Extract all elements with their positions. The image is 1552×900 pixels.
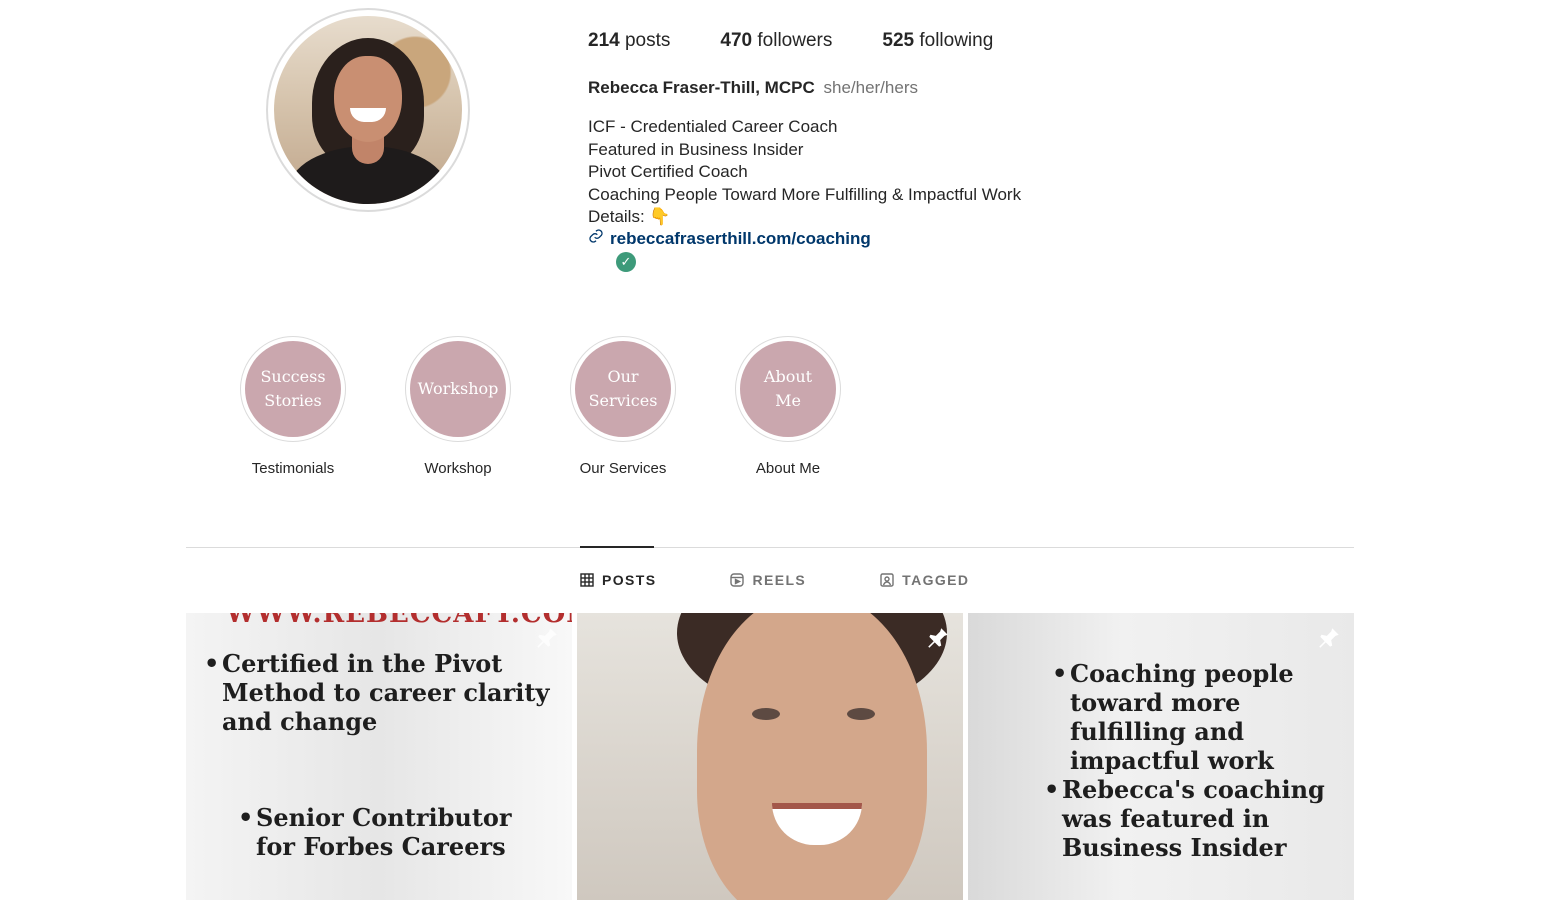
profile-bio: ICF - Credentialed Career Coach Featured… <box>588 116 1021 229</box>
profile-name-row: Rebecca Fraser-Thill, MCPC she/her/hers <box>588 78 918 98</box>
post-banner: WWW.REBECCAFT.COM <box>226 613 572 629</box>
bio-line: Coaching People Toward More Fulfilling &… <box>588 184 1022 204</box>
highlight-label: Workshop <box>424 460 492 477</box>
tab-label: TAGGED <box>902 572 970 588</box>
profile-tabs: POSTS REELS TAGGED <box>580 572 969 588</box>
posts-grid: WWW.REBECCAFT.COM • Certified in the Pivo… <box>186 613 1354 900</box>
profile-link[interactable]: rebeccafraserthill.com/coaching <box>610 229 871 249</box>
link-icon <box>588 228 604 249</box>
tab-tagged[interactable]: TAGGED <box>880 572 969 588</box>
pin-icon <box>928 628 948 648</box>
highlight-our-services[interactable]: Our Services Our Services <box>570 336 676 477</box>
tab-posts[interactable]: POSTS <box>580 572 656 588</box>
post-text-line: Senior Contributor for Forbes Careers <box>256 803 512 861</box>
highlight-label: Our Services <box>579 460 667 477</box>
pin-icon <box>1319 628 1339 648</box>
profile-pronouns: she/her/hers <box>823 78 918 97</box>
post-text-line: Certified in the Pivot Method to career … <box>222 649 550 736</box>
post-photo <box>697 613 927 900</box>
pin-icon <box>537 628 557 648</box>
bio-line: Featured in Business Insider <box>588 139 804 159</box>
post-tile[interactable]: • Coaching people toward more fulfilling … <box>968 613 1354 900</box>
tab-label: POSTS <box>602 572 657 588</box>
grid-icon <box>580 573 594 587</box>
profile-name: Rebecca Fraser-Thill, MCPC <box>588 78 815 97</box>
highlight-testimonials[interactable]: Success Stories Testimonials <box>240 336 346 477</box>
tab-label: REELS <box>752 572 807 588</box>
post-text-line: Coaching people toward more fulfilling a… <box>1070 659 1294 775</box>
post-tile[interactable] <box>577 613 963 900</box>
profile-avatar[interactable] <box>266 8 470 212</box>
bio-line: ICF - Credentialed Career Coach <box>588 117 838 136</box>
highlight-cover: Our Services <box>575 341 671 437</box>
tabs-divider <box>186 547 1354 548</box>
bio-line: Details: 👇 <box>588 207 671 226</box>
post-text-line: Rebecca's coaching was featured in Busin… <box>1062 775 1325 862</box>
highlight-label: Testimonials <box>251 460 335 477</box>
following-count[interactable]: 525 following <box>882 30 993 52</box>
posts-count: 214 posts <box>588 30 671 51</box>
story-highlights: Success Stories Testimonials Workshop Wo… <box>240 336 841 477</box>
avatar-photo <box>274 16 462 204</box>
highlight-about-me[interactable]: About Me About Me <box>735 336 841 477</box>
tab-reels[interactable]: REELS <box>730 572 806 588</box>
highlight-label: About Me <box>755 460 821 477</box>
highlight-cover: Success Stories <box>245 341 341 437</box>
tagged-icon <box>880 573 894 587</box>
bio-line: Pivot Certified Coach <box>588 162 748 181</box>
profile-link-row: rebeccafraserthill.com/coaching <box>588 228 871 249</box>
highlight-cover: About Me <box>740 341 836 437</box>
followers-count[interactable]: 470 followers <box>720 30 832 52</box>
post-tile[interactable]: WWW.REBECCAFT.COM • Certified in the Pivo… <box>186 613 572 900</box>
highlight-workshop[interactable]: Workshop Workshop <box>405 336 511 477</box>
highlight-cover: Workshop <box>410 341 506 437</box>
check-icon: ✓ <box>616 252 636 272</box>
profile-stats: 214 posts 470 followers 525 following <box>588 30 993 52</box>
active-tab-indicator <box>580 546 654 548</box>
reels-icon <box>730 573 745 587</box>
